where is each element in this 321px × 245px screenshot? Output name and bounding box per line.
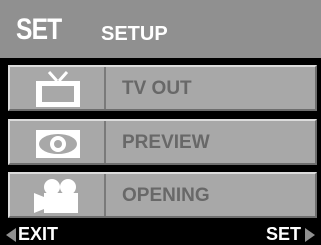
menu-item-icon-cell	[10, 121, 106, 163]
page-title: SETUP	[101, 23, 168, 45]
menu-item-label: PREVIEW	[122, 132, 210, 153]
menu-item-icon-cell	[10, 67, 106, 109]
menu-item-tv-out[interactable]: TV OUT	[8, 65, 317, 111]
menu-item-label: OPENING	[122, 185, 210, 206]
set-label: SET	[265, 224, 301, 244]
movie-camera-icon	[34, 179, 78, 213]
exit-button[interactable]: EXIT	[6, 224, 58, 245]
arrow-right-icon	[305, 227, 315, 242]
menu-item-opening[interactable]: OPENING	[8, 172, 317, 218]
eye-preview-icon	[36, 130, 80, 158]
set-badge: SET	[16, 13, 62, 46]
footer-bar: EXIT SET	[0, 224, 321, 245]
set-button[interactable]: SET	[266, 224, 315, 245]
tv-icon	[36, 71, 80, 107]
menu-item-label: TV OUT	[122, 78, 192, 99]
arrow-left-icon	[6, 227, 16, 242]
menu-item-icon-cell	[10, 174, 106, 216]
exit-label: EXIT	[18, 224, 59, 244]
setup-screen: SET SETUP TV OUT PREVIEW OPENING EXIT SE…	[0, 0, 321, 245]
menu-item-preview[interactable]: PREVIEW	[8, 119, 317, 165]
title-bar: SET SETUP	[0, 0, 321, 58]
